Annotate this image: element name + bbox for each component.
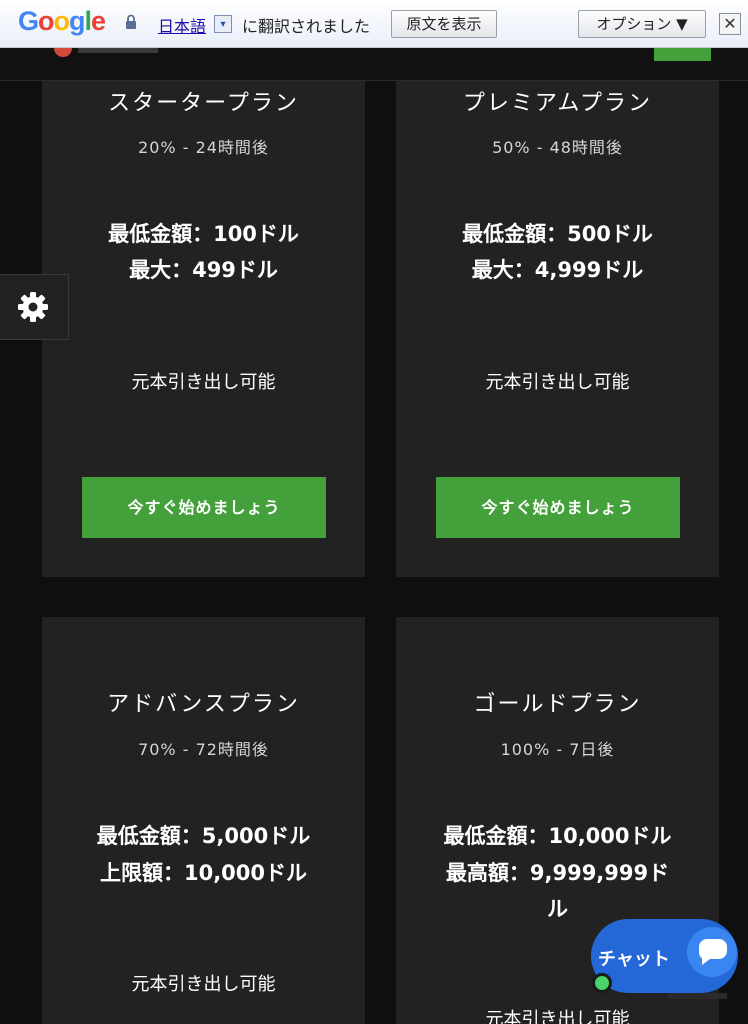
- chat-bubble-icon: [687, 927, 737, 977]
- plan-max-amount: 最大：499ドル: [129, 258, 278, 282]
- plan-min-amount: 最低金額：10,000ドル: [443, 824, 672, 848]
- plan-title: ゴールドプラン: [473, 692, 642, 717]
- plan-min-amount: 最低金額：500ドル: [462, 222, 653, 246]
- plan-max-amount: 最大：4,999ドル: [471, 258, 644, 282]
- plan-title: スタータープラン: [108, 91, 299, 116]
- google-logo: Google: [18, 6, 106, 36]
- language-link[interactable]: 日本語: [158, 13, 206, 37]
- site-logo-text: [78, 48, 158, 53]
- plan-title: アドバンスプラン: [107, 692, 300, 717]
- plan-rate: 50% - 48時間後: [492, 138, 623, 157]
- options-button[interactable]: オプション ▼: [578, 10, 706, 38]
- show-original-button[interactable]: 原文を表示: [391, 10, 497, 38]
- online-status-dot: [592, 973, 612, 993]
- scroll-to-top-button[interactable]: [668, 993, 727, 999]
- settings-button[interactable]: [0, 274, 69, 340]
- header-button[interactable]: [654, 48, 711, 61]
- plan-min-amount: 最低金額：100ドル: [108, 222, 299, 246]
- plan-note: 元本引き出し可能: [131, 372, 276, 393]
- plan-rate: 100% - 7日後: [500, 740, 615, 759]
- translate-bar: Google 日本語 ▾ に翻訳されました 原文を表示 オプション ▼ ✕: [0, 0, 748, 48]
- plan-card-starter: スタータープラン 20% - 24時間後 最低金額：100ドル 最大：499ドル…: [42, 81, 365, 577]
- site-header: [0, 48, 748, 81]
- chat-widget[interactable]: チャット: [591, 919, 738, 993]
- gear-icon: [18, 292, 48, 322]
- translate-message: に翻訳されました: [242, 17, 371, 36]
- site-logo[interactable]: [54, 48, 72, 57]
- language-dropdown[interactable]: ▾: [214, 15, 232, 33]
- start-now-button[interactable]: 今すぐ始めましょう: [82, 477, 326, 538]
- plan-note: 元本引き出し可能: [485, 1009, 630, 1024]
- plan-rate: 70% - 72時間後: [138, 740, 269, 759]
- plan-max-amount: 最高額：9,999,999ドル: [445, 861, 670, 921]
- plan-title: プレミアムプラン: [462, 91, 653, 116]
- plan-card-premium: プレミアムプラン 50% - 48時間後 最低金額：500ドル 最大：4,999…: [396, 81, 719, 577]
- close-translate-button[interactable]: ✕: [719, 13, 741, 35]
- plan-rate: 20% - 24時間後: [138, 138, 269, 157]
- start-now-button[interactable]: 今すぐ始めましょう: [436, 477, 680, 538]
- plan-max-amount: 上限額：10,000ドル: [99, 861, 308, 885]
- lock-icon: [126, 14, 136, 29]
- plan-card-advanced: アドバンスプラン 70% - 72時間後 最低金額：5,000ドル 上限額：10…: [42, 617, 365, 1024]
- plan-note: 元本引き出し可能: [485, 372, 630, 393]
- plan-note: 元本引き出し可能: [131, 974, 276, 995]
- plan-min-amount: 最低金額：5,000ドル: [96, 824, 311, 848]
- chat-label: チャット: [598, 949, 670, 970]
